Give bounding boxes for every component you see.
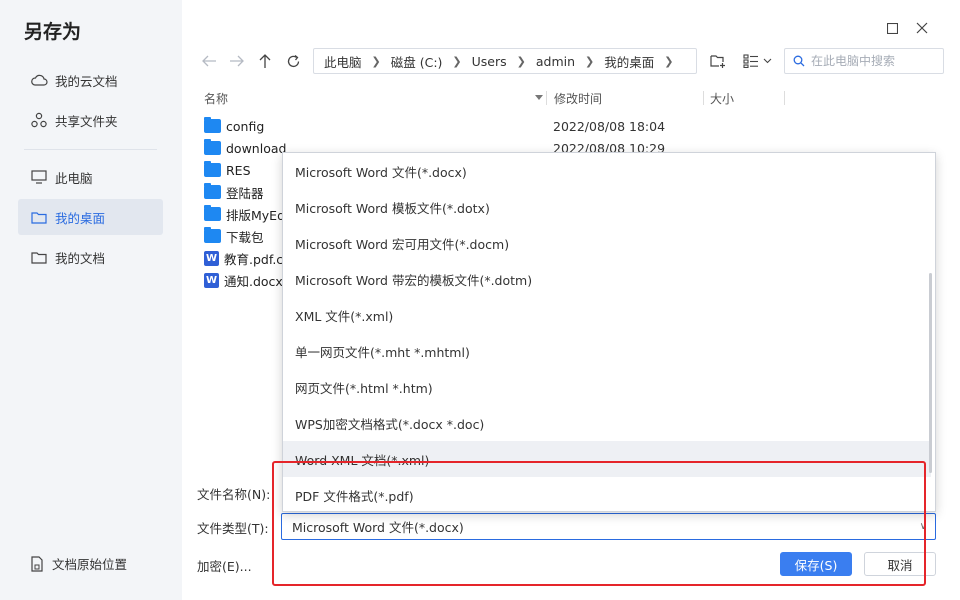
folder-icon <box>204 227 221 243</box>
filetype-label: 文件类型(T): <box>197 521 269 536</box>
chevron-right-icon: ❯ <box>585 54 595 68</box>
search-input[interactable] <box>811 54 941 68</box>
column-name-label: 名称 <box>204 91 229 106</box>
sort-down-icon <box>535 95 543 100</box>
view-mode-button[interactable] <box>740 48 774 74</box>
breadcrumb-item[interactable]: 此电脑 <box>324 52 362 71</box>
folder-icon <box>30 209 48 225</box>
folder-icon <box>30 249 48 265</box>
up-button[interactable] <box>254 50 276 72</box>
encrypt-link[interactable]: 加密(E)... <box>197 556 252 575</box>
sidebar-item-this-pc[interactable]: 此电脑 <box>18 159 163 195</box>
file-name: config <box>226 118 265 134</box>
sidebar-item-cloud-docs[interactable]: 我的云文档 <box>18 62 163 98</box>
filetype-select[interactable]: Microsoft Word 文件(*.docx) ∨ <box>281 513 936 540</box>
word-doc-icon: W <box>204 250 219 266</box>
dropdown-option[interactable]: Microsoft Word 宏可用文件(*.docm) <box>283 225 931 261</box>
dropdown-scrollbar[interactable] <box>929 273 932 473</box>
column-size[interactable]: 大小 <box>710 88 734 108</box>
breadcrumb[interactable]: 此电脑 ❯ 磁盘 (C:) ❯ Users ❯ admin ❯ 我的桌面 ❯ <box>313 48 697 74</box>
column-divider[interactable] <box>546 91 547 105</box>
monitor-icon <box>30 169 48 185</box>
sidebar-item-my-desktop[interactable]: 我的桌面 <box>18 199 163 235</box>
column-divider[interactable] <box>703 91 704 105</box>
forward-button[interactable] <box>226 50 248 72</box>
arrow-up-icon <box>259 54 271 68</box>
chevron-right-icon: ❯ <box>664 54 674 68</box>
sidebar: 另存为 我的云文档 共享文件夹 此电脑 我的桌面 我的文档 文档原始位置 <box>0 0 182 600</box>
folder-icon <box>204 161 221 177</box>
column-size-label: 大小 <box>710 91 735 106</box>
column-modified-label: 修改时间 <box>554 91 603 106</box>
sidebar-item-label: 此电脑 <box>55 170 93 186</box>
folder-icon <box>204 117 221 133</box>
filetype-dropdown[interactable]: Microsoft Word 文件(*.docx) Microsoft Word… <box>282 152 936 512</box>
maximize-icon <box>886 22 898 34</box>
dropdown-option[interactable]: Microsoft Word 文件(*.docx) <box>283 153 931 189</box>
cancel-button[interactable]: 取消 <box>864 552 936 576</box>
save-button[interactable]: 保存(S) <box>780 552 852 576</box>
dropdown-option[interactable]: Word XML 文档(*.xml) <box>283 441 931 477</box>
maximize-button[interactable] <box>882 18 902 38</box>
sidebar-item-my-documents[interactable]: 我的文档 <box>18 239 163 275</box>
chevron-right-icon: ❯ <box>516 54 526 68</box>
new-folder-icon <box>710 55 725 68</box>
document-icon <box>30 555 44 572</box>
sidebar-divider <box>24 149 157 150</box>
file-row[interactable]: config 2022/08/08 18:04 <box>200 115 760 137</box>
sidebar-item-label: 共享文件夹 <box>55 113 118 129</box>
dropdown-option[interactable]: Microsoft Word 模板文件(*.dotx) <box>283 189 931 225</box>
dialog-title: 另存为 <box>24 21 82 43</box>
refresh-icon <box>287 54 299 67</box>
dropdown-option[interactable]: PDF 文件格式(*.pdf) <box>283 477 931 511</box>
breadcrumb-item[interactable]: Users <box>472 54 507 69</box>
refresh-button[interactable] <box>282 50 304 72</box>
folder-icon <box>204 139 221 155</box>
breadcrumb-item[interactable]: admin <box>536 54 575 69</box>
search-box[interactable] <box>784 48 944 74</box>
dropdown-option[interactable]: WPS加密文档格式(*.docx *.doc) <box>283 405 931 441</box>
filetype-selected-value: Microsoft Word 文件(*.docx) <box>292 520 464 535</box>
dropdown-option[interactable]: 网页文件(*.html *.htm) <box>283 369 931 405</box>
column-name[interactable]: 名称 <box>204 88 544 108</box>
original-location-label: 文档原始位置 <box>52 557 128 572</box>
sidebar-item-shared-folder[interactable]: 共享文件夹 <box>18 102 163 138</box>
dropdown-option[interactable]: 单一网页文件(*.mht *.mhtml) <box>283 333 931 369</box>
sidebar-item-label: 我的桌面 <box>55 210 106 226</box>
back-button[interactable] <box>198 50 220 72</box>
dropdown-option[interactable]: Microsoft Word 带宏的模板文件(*.dotm) <box>283 261 931 297</box>
cloud-icon <box>30 72 48 88</box>
share-icon <box>30 112 48 128</box>
breadcrumb-item[interactable]: 我的桌面 <box>604 52 654 71</box>
sidebar-item-label: 我的云文档 <box>55 73 118 89</box>
close-icon <box>916 22 928 34</box>
column-divider[interactable] <box>784 91 785 105</box>
close-button[interactable] <box>912 18 932 38</box>
new-folder-button[interactable] <box>707 48 729 74</box>
chevron-down-icon <box>763 58 771 64</box>
search-icon <box>793 55 805 67</box>
breadcrumb-item[interactable]: 磁盘 (C:) <box>391 52 443 71</box>
chevron-right-icon: ❯ <box>371 54 381 68</box>
file-date: 2022/08/08 18:04 <box>553 118 666 134</box>
list-view-icon <box>742 54 758 68</box>
chevron-right-icon: ❯ <box>452 54 462 68</box>
folder-icon <box>204 205 221 221</box>
folder-icon <box>204 183 221 199</box>
arrow-left-icon <box>202 55 216 67</box>
word-doc-icon: W <box>204 272 219 288</box>
chevron-down-icon: ∨ <box>919 521 927 532</box>
dropdown-option[interactable]: XML 文件(*.xml) <box>283 297 931 333</box>
column-modified[interactable]: 修改时间 <box>554 88 602 108</box>
sidebar-item-label: 我的文档 <box>55 250 106 266</box>
original-location-button[interactable]: 文档原始位置 <box>30 554 127 573</box>
filename-label: 文件名称(N): <box>197 487 271 502</box>
arrow-right-icon <box>230 55 244 67</box>
